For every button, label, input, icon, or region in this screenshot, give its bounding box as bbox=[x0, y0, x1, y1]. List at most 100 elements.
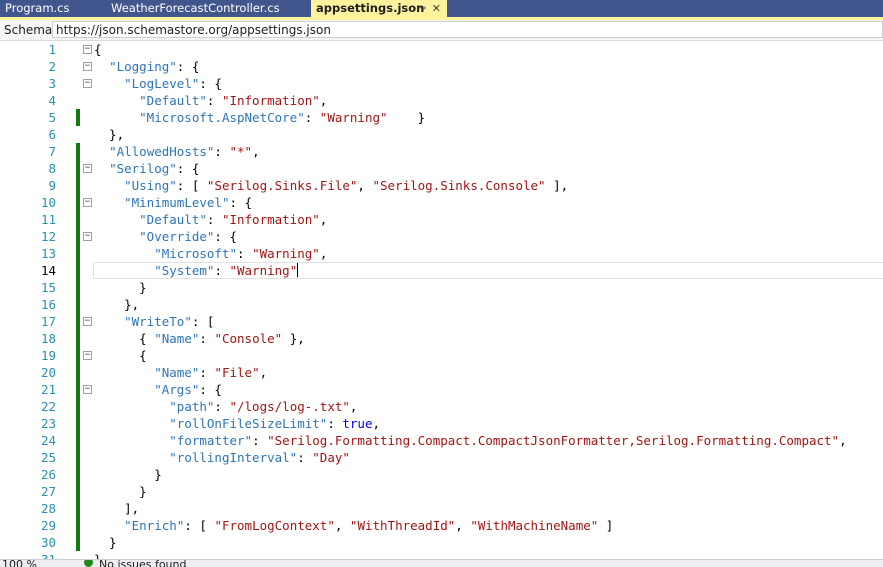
collapse-icon[interactable]: − bbox=[83, 351, 92, 360]
code-line[interactable]: 20 "Name": "File", bbox=[0, 364, 883, 381]
code-line[interactable]: 31} bbox=[0, 551, 883, 559]
line-number: 1 bbox=[48, 42, 56, 57]
tab-program-cs[interactable]: Program.cs bbox=[0, 0, 104, 17]
json-punctuation: : bbox=[237, 246, 253, 261]
json-punctuation: } bbox=[387, 110, 426, 125]
json-punctuation: { bbox=[94, 331, 155, 346]
collapse-icon[interactable]: − bbox=[83, 79, 92, 88]
json-key: "formatter" bbox=[169, 433, 253, 448]
code-line[interactable]: 11 "Default": "Information", bbox=[0, 211, 883, 228]
code-text: "System": "Warning" bbox=[94, 262, 299, 279]
collapse-icon[interactable]: − bbox=[83, 385, 92, 394]
json-string: "Serilog.Sinks.Console" bbox=[372, 178, 546, 193]
code-line[interactable]: 26 } bbox=[0, 466, 883, 483]
line-number: 29 bbox=[40, 518, 56, 533]
code-line[interactable]: 18 { "Name": "Console" }, bbox=[0, 330, 883, 347]
code-line[interactable]: 13 "Microsoft": "Warning", bbox=[0, 245, 883, 262]
change-marker bbox=[76, 109, 80, 126]
collapse-icon[interactable]: − bbox=[83, 232, 92, 241]
tab-weatherforecastcontroller-cs[interactable]: WeatherForecastController.cs bbox=[106, 0, 309, 17]
code-line[interactable]: 27 } bbox=[0, 483, 883, 500]
code-text: "Microsoft.AspNetCore": "Warning" } bbox=[94, 109, 425, 126]
tab-appsettings-json[interactable]: appsettings.json ⊸ ✕ bbox=[311, 0, 447, 17]
json-punctuation: , bbox=[839, 433, 847, 448]
code-line[interactable]: 2 − "Logging": { bbox=[0, 58, 883, 75]
json-punctuation: : { bbox=[214, 229, 237, 244]
code-text: } bbox=[94, 279, 147, 296]
code-text: "Name": "File", bbox=[94, 364, 267, 381]
json-string: "Warning" bbox=[319, 110, 388, 125]
json-punctuation: , bbox=[259, 365, 268, 380]
pin-icon[interactable]: ⊸ bbox=[418, 0, 426, 17]
close-icon[interactable]: ✕ bbox=[432, 0, 441, 17]
json-punctuation: } bbox=[94, 467, 162, 482]
line-number: 31 bbox=[0, 551, 56, 559]
code-line[interactable]: 22 "path": "/logs/log-.txt", bbox=[0, 398, 883, 415]
code-line[interactable]: 23 "rollOnFileSizeLimit": true, bbox=[0, 415, 883, 432]
json-punctuation: : [ bbox=[176, 178, 207, 193]
line-number: 27 bbox=[40, 484, 56, 499]
line-number: 6 bbox=[48, 127, 56, 142]
json-string: "Warning" bbox=[252, 246, 320, 261]
json-string: "Serilog.Sinks.File" bbox=[206, 178, 358, 193]
change-marker bbox=[76, 500, 80, 517]
code-text: "Microsoft": "Warning", bbox=[94, 245, 327, 262]
code-line[interactable]: 5 "Microsoft.AspNetCore": "Warning" } bbox=[0, 109, 883, 126]
json-key: "Default" bbox=[139, 212, 207, 227]
code-line[interactable]: 6 }, bbox=[0, 126, 883, 143]
json-punctuation: : [ bbox=[184, 518, 215, 533]
code-line[interactable]: 19 − { bbox=[0, 347, 883, 364]
code-text: "WriteTo": [ bbox=[94, 313, 214, 330]
json-key: "rollOnFileSizeLimit" bbox=[169, 416, 328, 431]
json-key: "MinimumLevel" bbox=[124, 195, 230, 210]
schema-label: Schema: bbox=[4, 23, 57, 37]
code-editor[interactable]: 1−{2− "Logging": {3− "LogLevel": {4 "Def… bbox=[0, 41, 883, 559]
json-punctuation: : bbox=[304, 110, 320, 125]
code-line[interactable]: 1 −{ bbox=[0, 41, 883, 58]
json-key: "rollingInterval" bbox=[169, 450, 298, 465]
code-line[interactable]: 21 − "Args": { bbox=[0, 381, 883, 398]
code-line[interactable]: 24 "formatter": "Serilog.Formatting.Comp… bbox=[0, 432, 883, 449]
code-text: { bbox=[94, 41, 102, 58]
code-line[interactable]: 15 } bbox=[0, 279, 883, 296]
code-line[interactable]: 25 "rollingInterval": "Day" bbox=[0, 449, 883, 466]
code-text: } bbox=[94, 466, 162, 483]
code-line[interactable]: 14 "System": "Warning" bbox=[0, 262, 883, 279]
code-line[interactable]: 16 }, bbox=[0, 296, 883, 313]
code-line[interactable]: 29 "Enrich": [ "FromLogContext", "WithTh… bbox=[0, 517, 883, 534]
code-text: "rollingInterval": "Day" bbox=[94, 449, 350, 466]
code-line[interactable]: 7 "AllowedHosts": "*", bbox=[0, 143, 883, 160]
code-line[interactable]: 12 − "Override": { bbox=[0, 228, 883, 245]
line-number: 10 bbox=[40, 195, 56, 210]
json-string: "Warning" bbox=[229, 263, 298, 278]
code-line[interactable]: 9 "Using": [ "Serilog.Sinks.File", "Seri… bbox=[0, 177, 883, 194]
code-line[interactable]: 17 − "WriteTo": [ bbox=[0, 313, 883, 330]
json-punctuation: , bbox=[319, 212, 328, 227]
collapse-icon[interactable]: − bbox=[83, 164, 92, 173]
change-marker bbox=[76, 347, 80, 364]
change-marker bbox=[76, 245, 80, 262]
line-number: 18 bbox=[40, 331, 56, 346]
collapse-icon[interactable]: − bbox=[83, 317, 92, 326]
collapse-icon[interactable]: − bbox=[83, 62, 92, 71]
code-line[interactable]: 10 − "MinimumLevel": { bbox=[0, 194, 883, 211]
change-marker bbox=[76, 534, 80, 551]
json-punctuation: : { bbox=[199, 76, 222, 91]
collapse-icon[interactable]: − bbox=[83, 198, 92, 207]
json-string: "*" bbox=[229, 144, 253, 159]
code-line[interactable]: 8 − "Serilog": { bbox=[0, 160, 883, 177]
code-line[interactable]: 4 "Default": "Information", bbox=[0, 92, 883, 109]
json-punctuation: } bbox=[94, 484, 147, 499]
code-line[interactable]: 30 } bbox=[0, 534, 883, 551]
json-punctuation: : bbox=[327, 416, 343, 431]
code-line[interactable]: 28 ], bbox=[0, 500, 883, 517]
json-punctuation bbox=[94, 416, 169, 431]
json-punctuation: { bbox=[94, 42, 102, 57]
code-line[interactable]: 3 − "LogLevel": { bbox=[0, 75, 883, 92]
schema-input[interactable]: https://json.schemastore.org/appsettings… bbox=[52, 21, 883, 38]
json-punctuation: : bbox=[214, 144, 230, 159]
json-punctuation: : { bbox=[229, 195, 253, 210]
json-key: "WriteTo" bbox=[124, 314, 192, 329]
change-marker bbox=[76, 177, 80, 194]
collapse-icon[interactable]: − bbox=[83, 45, 92, 54]
